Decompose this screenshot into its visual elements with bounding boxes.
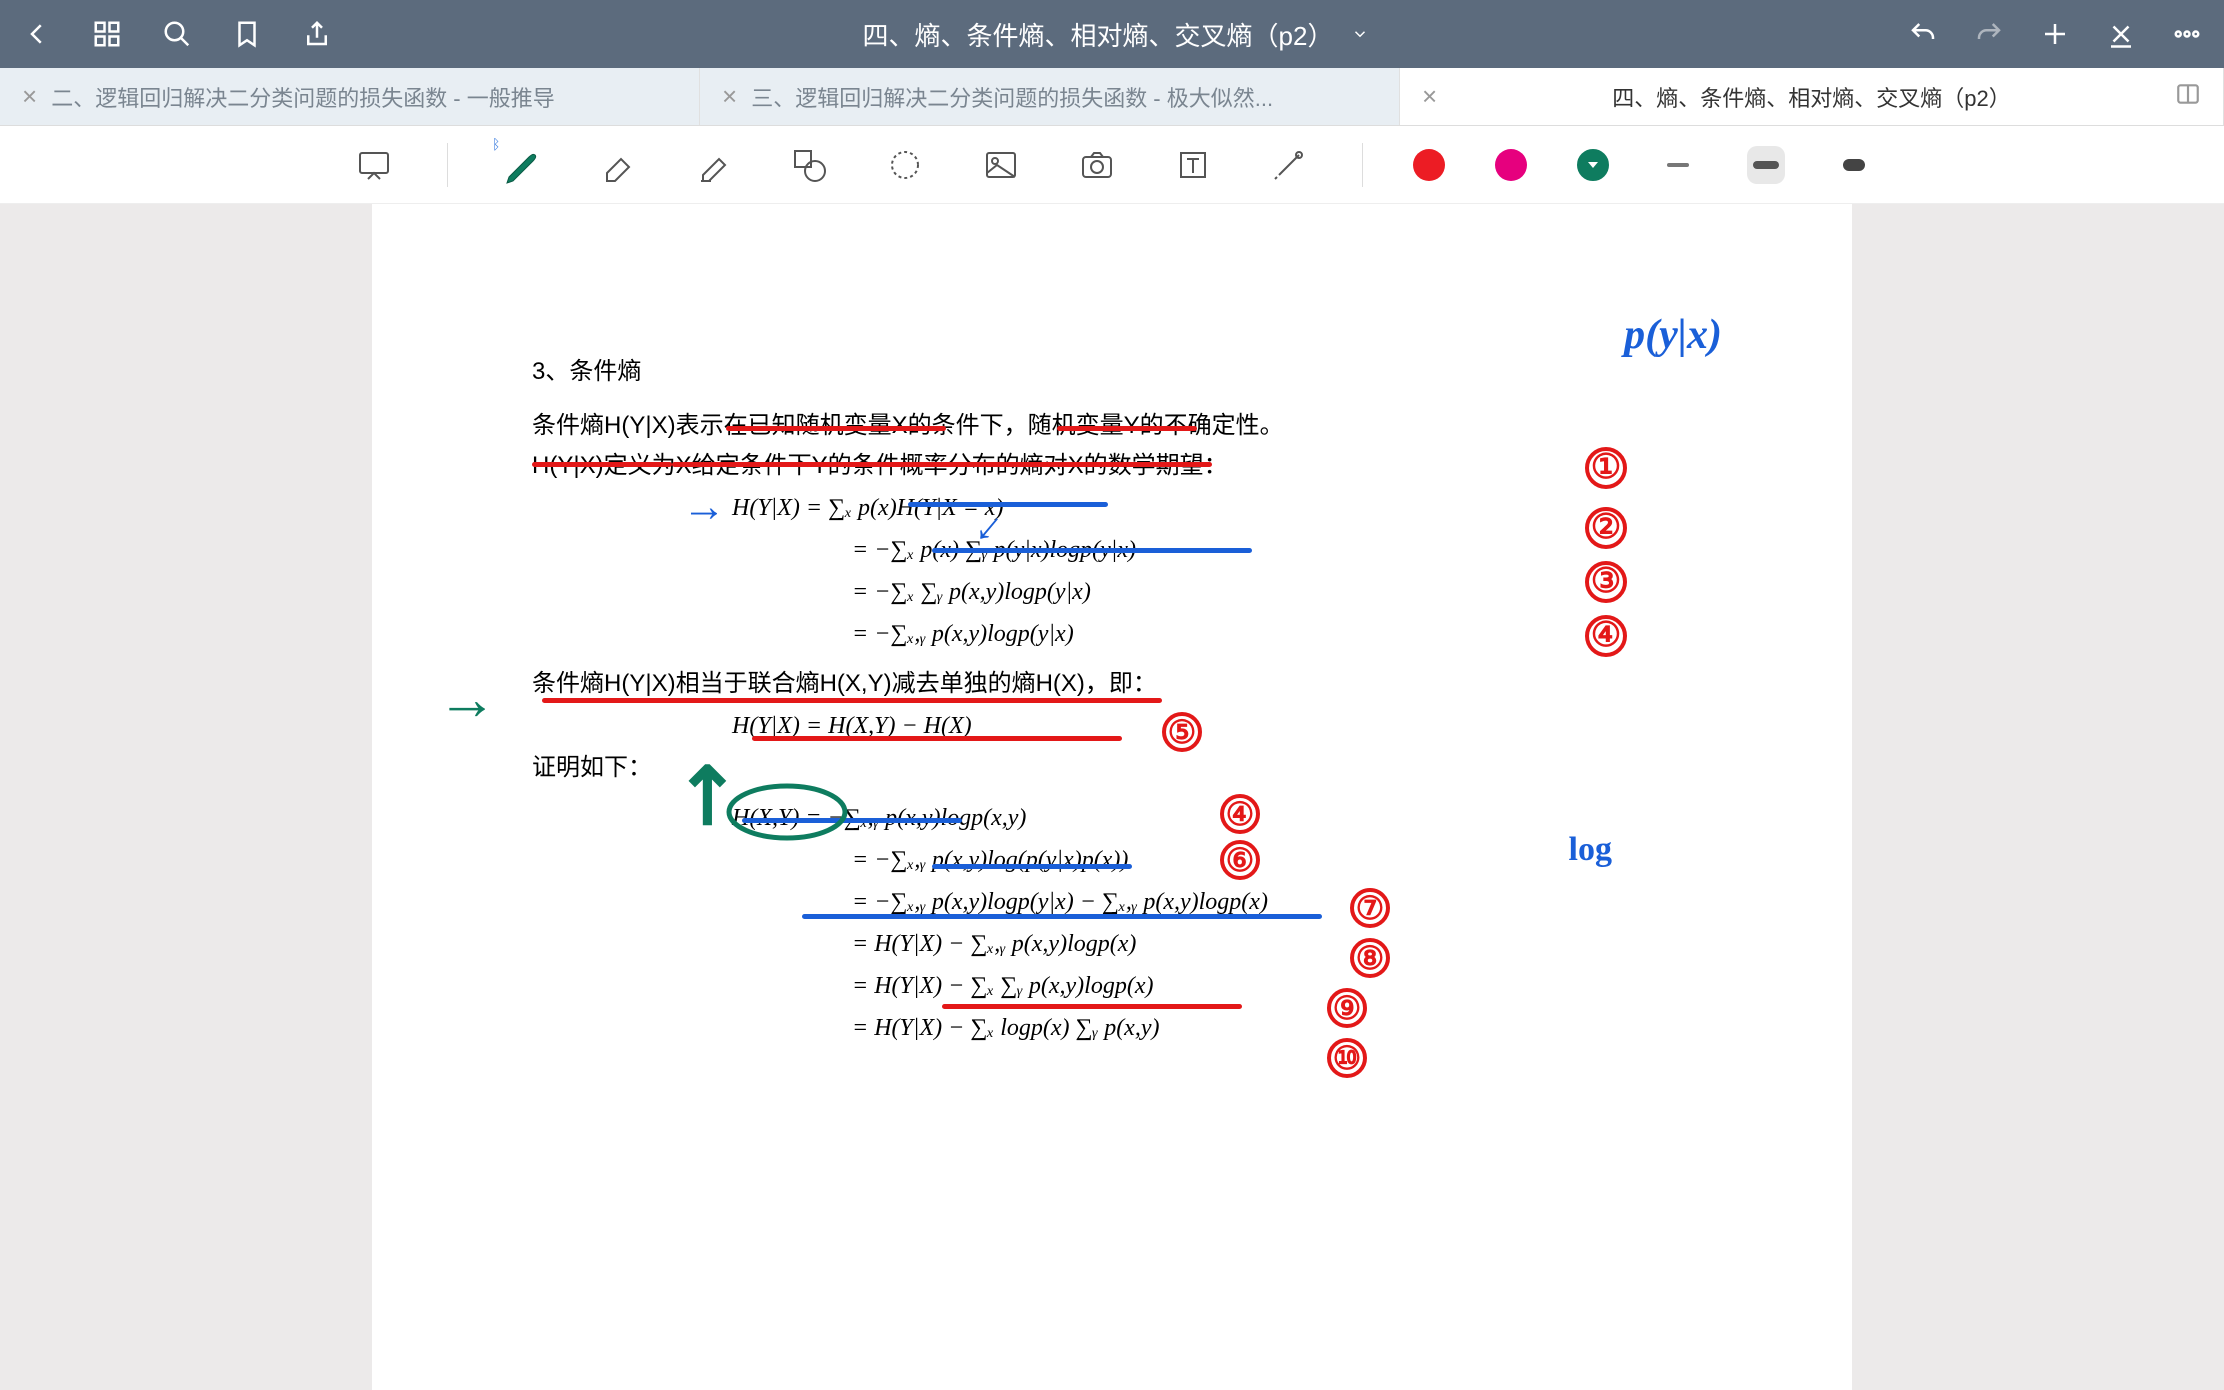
step-marker-3: ③ <box>1585 556 1627 607</box>
step-marker-4: ④ <box>1585 610 1627 661</box>
green-arrow-annotation: → <box>437 654 497 744</box>
color-pink[interactable] <box>1495 149 1527 181</box>
search-icon[interactable] <box>160 17 194 51</box>
tab-1[interactable]: × 二、逻辑回归解决二分类问题的损失函数 - 一般推导 <box>0 68 700 125</box>
color-red[interactable] <box>1413 149 1445 181</box>
step-marker-1: ① <box>1585 442 1627 493</box>
tab-label: 二、逻辑回归解决二分类问题的损失函数 - 一般推导 <box>51 81 555 113</box>
pen-tool-icon[interactable]: ᛒ <box>498 142 544 188</box>
tab-label: 三、逻辑回归解决二分类问题的损失函数 - 极大似然... <box>751 81 1273 113</box>
toolbar-divider <box>1362 143 1363 187</box>
close-icon[interactable]: × <box>722 81 737 112</box>
blue-underline <box>932 864 1132 869</box>
red-underline <box>542 698 1162 703</box>
add-icon[interactable] <box>2038 17 2072 51</box>
stroke-medium[interactable] <box>1747 146 1785 184</box>
red-underline <box>752 736 1122 741</box>
section-title: 3、条件熵 <box>532 354 1772 390</box>
canvas-area[interactable]: 3、条件熵 条件熵H(Y|X)表示在已知随机变量X的条件下，随机变量Y的不确定性… <box>0 204 2224 1390</box>
page-title: 四、熵、条件熵、相对熵、交叉熵（p2） <box>863 16 1334 53</box>
close-draw-icon[interactable] <box>2104 17 2138 51</box>
redo-icon[interactable] <box>1972 17 2006 51</box>
tab-label: 四、熵、条件熵、相对熵、交叉熵（p2） <box>1612 81 2010 113</box>
image-tool-icon[interactable] <box>978 142 1024 188</box>
red-underline <box>1057 426 1197 431</box>
step-marker-4b: ④ <box>1220 790 1260 838</box>
blue-underline <box>802 914 1322 919</box>
red-underline <box>672 462 1212 467</box>
red-underline <box>726 426 946 431</box>
step-marker-6: ⑥ <box>1220 836 1260 884</box>
text-tool-icon[interactable] <box>1170 142 1216 188</box>
undo-icon[interactable] <box>1906 17 1940 51</box>
color-picker-teal[interactable] <box>1577 149 1609 181</box>
step-marker-10: ⑩ <box>1327 1034 1367 1082</box>
laser-tool-icon[interactable] <box>1266 142 1312 188</box>
stroke-thin[interactable] <box>1659 146 1697 184</box>
body-line-3: 条件熵H(Y|X)相当于联合熵H(X,Y)减去单独的熵H(X)，即： <box>532 666 1772 702</box>
tab-2[interactable]: × 三、逻辑回归解决二分类问题的损失函数 - 极大似然... <box>700 68 1400 125</box>
equation-9: = H(Y|X) − ∑ₓ,ᵧ p(x,y)logp(x) <box>532 926 1772 962</box>
back-icon[interactable] <box>20 17 54 51</box>
step-marker-2: ② <box>1585 502 1627 553</box>
tab-bar: × 二、逻辑回归解决二分类问题的损失函数 - 一般推导 × 三、逻辑回归解决二分… <box>0 68 2224 126</box>
header-right-group <box>1906 17 2204 51</box>
red-underline <box>532 462 672 467</box>
bookmark-icon[interactable] <box>230 17 264 51</box>
equation-11: = H(Y|X) − ∑ₓ logp(x) ∑ᵧ p(x,y) <box>532 1010 1772 1046</box>
stroke-thick[interactable] <box>1835 146 1873 184</box>
equation-5: H(Y|X) = H(X,Y) − H(X) <box>532 708 1772 744</box>
grid-icon[interactable] <box>90 17 124 51</box>
step-marker-7: ⑦ <box>1350 884 1390 932</box>
step-marker-9: ⑨ <box>1327 984 1367 1032</box>
step-marker-8: ⑧ <box>1350 934 1390 982</box>
app-header: 四、熵、条件熵、相对熵、交叉熵（p2） <box>0 0 2224 68</box>
share-icon[interactable] <box>300 17 334 51</box>
header-left-group <box>20 17 334 51</box>
handwritten-note-log: log <box>1569 824 1612 875</box>
split-view-icon[interactable] <box>2175 81 2201 113</box>
green-circle-annotation <box>722 782 852 842</box>
chevron-down-icon[interactable] <box>1343 17 1377 51</box>
bluetooth-icon: ᛒ <box>492 136 500 152</box>
red-underline <box>942 1004 1242 1009</box>
step-marker-5: ⑤ <box>1162 708 1202 756</box>
handwritten-note-pyx: p(y|x) <box>1624 304 1722 367</box>
presentation-tool-icon[interactable] <box>351 142 397 188</box>
equation-10: = H(Y|X) − ∑ₓ ∑ᵧ p(x,y)logp(x) <box>532 968 1772 1004</box>
eraser-tool-icon[interactable] <box>594 142 640 188</box>
close-icon[interactable]: × <box>22 81 37 112</box>
document-page[interactable]: 3、条件熵 条件熵H(Y|X)表示在已知随机变量X的条件下，随机变量Y的不确定性… <box>372 204 1852 1390</box>
lasso-tool-icon[interactable] <box>882 142 928 188</box>
header-title-group[interactable]: 四、熵、条件熵、相对熵、交叉熵（p2） <box>334 16 1906 53</box>
toolbar-divider <box>447 143 448 187</box>
shape-tool-icon[interactable] <box>786 142 832 188</box>
tab-3[interactable]: × 四、熵、条件熵、相对熵、交叉熵（p2） <box>1400 68 2224 125</box>
camera-tool-icon[interactable] <box>1074 142 1120 188</box>
more-icon[interactable] <box>2170 17 2204 51</box>
blue-underline <box>908 502 1108 507</box>
close-icon[interactable]: × <box>1422 81 1437 112</box>
highlighter-tool-icon[interactable] <box>690 142 736 188</box>
blue-arrow-annotation: → <box>682 474 726 540</box>
drawing-toolbar: ᛒ <box>0 126 2224 204</box>
